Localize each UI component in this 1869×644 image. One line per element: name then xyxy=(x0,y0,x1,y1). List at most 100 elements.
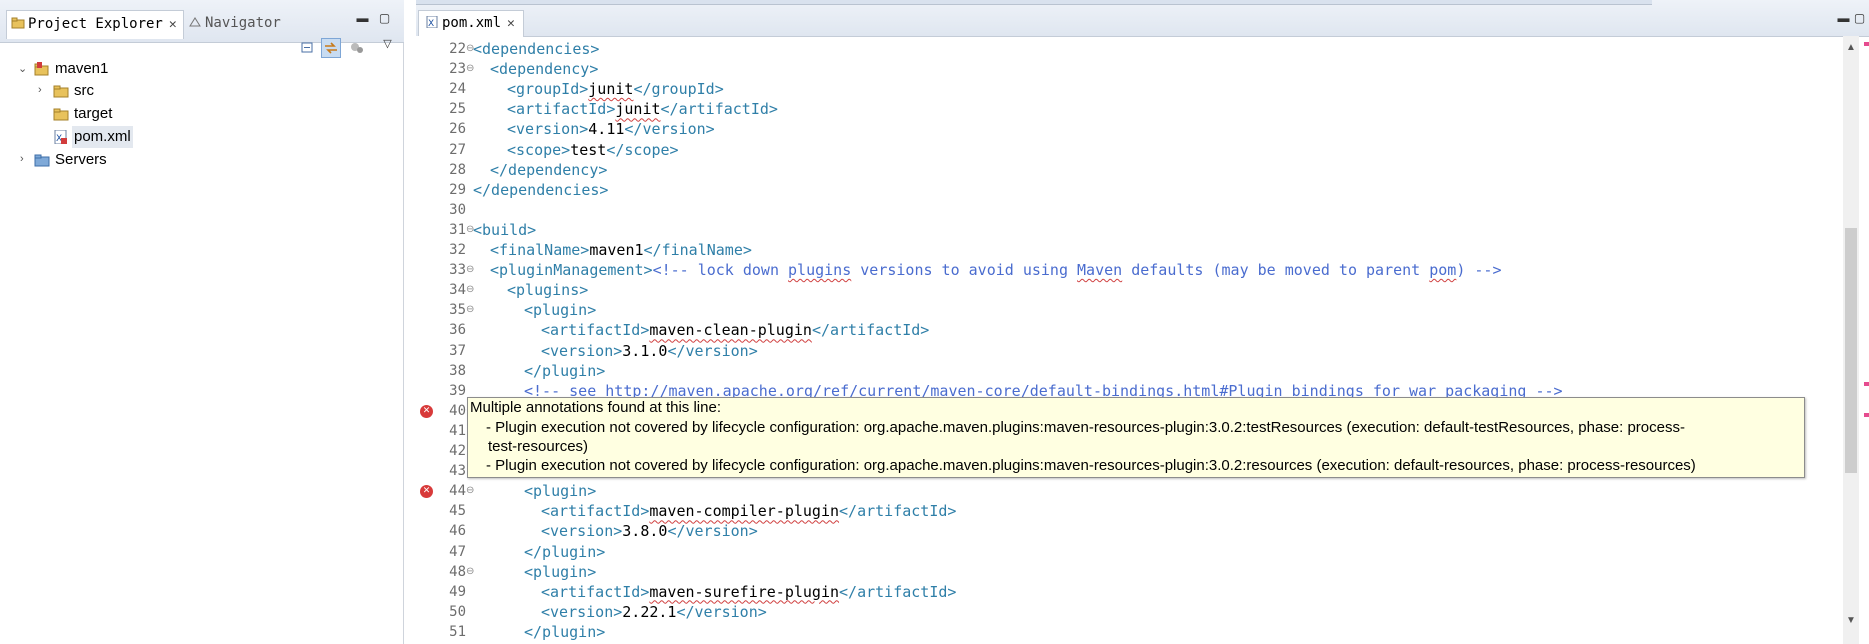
xml-tag: <version> xyxy=(541,341,623,360)
tree-item-target[interactable]: target xyxy=(0,103,200,125)
code-line: <version>3.1.0</version> xyxy=(541,341,758,361)
scroll-down-icon[interactable]: ▼ xyxy=(1846,615,1856,626)
code-line: <artifactId>junit</artifactId> xyxy=(507,99,778,119)
close-icon[interactable]: ✕ xyxy=(507,12,515,36)
xml-tag: <plugins> xyxy=(507,281,589,300)
tree-item-label: src xyxy=(74,82,94,99)
code-line: <build> xyxy=(473,220,536,240)
overview-error-marker[interactable] xyxy=(1864,413,1869,417)
svg-text:X: X xyxy=(428,19,434,28)
fold-toggle-icon[interactable]: ⊖ xyxy=(466,300,474,320)
view-menu-icon[interactable]: ▽ xyxy=(381,38,394,51)
xml-comment: versions to avoid using xyxy=(851,261,1078,280)
maximize-icon[interactable]: ▢ xyxy=(1853,12,1866,25)
xml-text: maven-compiler-plugin xyxy=(649,502,840,521)
xml-tag: <pluginManagement> xyxy=(490,261,653,280)
collapse-all-button[interactable] xyxy=(298,38,318,58)
xml-text: 3.8.0 xyxy=(622,522,668,541)
line-number: 43 xyxy=(449,463,466,480)
tree-item-maven1[interactable]: ⌄ maven1 xyxy=(0,58,200,80)
xml-tag: </version> xyxy=(667,522,758,541)
minimize-icon[interactable]: ▬ xyxy=(356,12,369,25)
tooltip-item: - Plugin execution not covered by lifecy… xyxy=(486,419,1685,436)
tab-project-explorer[interactable]: Project Explorer ✕ xyxy=(6,10,184,39)
xml-tag: <version> xyxy=(507,120,589,139)
xml-tag: </dependencies> xyxy=(473,180,609,199)
line-number: 25 xyxy=(449,101,466,118)
maximize-icon[interactable]: ▢ xyxy=(378,12,391,25)
tree-item-pom-xml[interactable]: X pom.xml xyxy=(0,126,200,148)
xml-text: 4.11 xyxy=(588,120,625,139)
tab-navigator[interactable]: Navigator xyxy=(188,11,281,35)
editor-tab-bar: Xpom.xml ✕ ▬ ▢ xyxy=(416,0,1869,37)
xml-tag: </artifactId> xyxy=(660,100,778,119)
xml-tag: </dependency> xyxy=(490,160,608,179)
code-line: <groupId>junit</groupId> xyxy=(507,79,724,99)
code-editor[interactable]: 22 ⊖ 23 ⊖ 24 25 26 27 28 29 30 31 ⊖ 32 33 ⊖ 34 ⊖ 35 ⊖ 36 37 38… xyxy=(416,36,1846,644)
line-number: 23 xyxy=(449,61,466,78)
line-number: 37 xyxy=(449,342,466,359)
tree-item-servers[interactable]: › Servers xyxy=(0,149,200,171)
code-line: </dependency> xyxy=(490,160,607,180)
line-number: 33 xyxy=(449,262,466,279)
chevron-right-icon[interactable]: › xyxy=(20,154,30,165)
xml-text: test xyxy=(570,140,607,159)
code-line: <artifactId>maven-clean-plugin</artifact… xyxy=(541,320,929,340)
code-line: <artifactId>maven-surefire-plugin</artif… xyxy=(541,582,956,602)
overview-error-marker[interactable] xyxy=(1864,382,1869,386)
close-icon[interactable]: ✕ xyxy=(169,12,177,38)
code-line: <plugin> xyxy=(524,481,596,501)
scroll-up-icon[interactable]: ▲ xyxy=(1846,42,1856,53)
navigator-icon xyxy=(189,17,201,27)
fold-toggle-icon[interactable]: ⊖ xyxy=(466,481,474,501)
line-number: 51 xyxy=(449,623,466,640)
folder-icon xyxy=(53,108,69,121)
chevron-down-icon[interactable]: ⌄ xyxy=(18,64,28,75)
fold-toggle-icon[interactable]: ⊖ xyxy=(466,260,474,280)
xml-text: maven-surefire-plugin xyxy=(649,582,840,601)
tab-pom-xml[interactable]: Xpom.xml ✕ xyxy=(418,10,524,37)
xml-text: 2.22.1 xyxy=(622,602,677,621)
fold-toggle-icon[interactable]: ⊖ xyxy=(466,59,474,79)
filters-button[interactable] xyxy=(347,38,367,58)
line-number: 36 xyxy=(449,322,466,339)
xml-tag: <version> xyxy=(541,522,623,541)
xml-comment: defaults (may be moved to parent xyxy=(1122,261,1430,280)
code-line: </plugin> xyxy=(524,622,605,642)
line-number: 38 xyxy=(449,362,466,379)
link-with-editor-button[interactable] xyxy=(321,38,341,58)
xml-tag: </artifactId> xyxy=(839,502,957,521)
minimize-icon[interactable]: ▬ xyxy=(1837,12,1850,25)
xml-comment: <!-- lock down xyxy=(652,261,789,280)
code-line: </plugin> xyxy=(524,361,605,381)
code-line: <version>2.22.1</version> xyxy=(541,602,767,622)
tab-strip-divider xyxy=(416,0,1652,5)
scroll-thumb[interactable] xyxy=(1845,228,1857,473)
line-number: 30 xyxy=(449,201,466,218)
xml-comment: Maven xyxy=(1077,261,1123,280)
vertical-scrollbar[interactable]: ▲ ▼ xyxy=(1843,36,1859,644)
error-marker-icon[interactable]: ✕ xyxy=(420,404,433,418)
line-number: 48 xyxy=(449,563,466,580)
tooltip-item: test-resources) xyxy=(488,438,589,455)
line-number: 22 xyxy=(449,41,466,57)
xml-text: 3.1.0 xyxy=(622,341,668,360)
xml-tag: </artifactId> xyxy=(839,582,957,601)
tree-item-src[interactable]: › src xyxy=(0,80,200,102)
overview-error-marker[interactable] xyxy=(1864,42,1869,46)
chevron-right-icon[interactable]: › xyxy=(38,85,48,96)
tab-label: pom.xml xyxy=(442,15,502,31)
code-line: <plugin> xyxy=(524,562,596,582)
fold-toggle-icon[interactable]: ⊖ xyxy=(466,562,474,582)
xml-text: maven1 xyxy=(589,241,644,259)
line-number: 34 xyxy=(449,282,466,299)
line-number: 44 xyxy=(449,483,466,500)
line-number: 24 xyxy=(449,81,466,98)
code-line: <dependencies> xyxy=(473,39,599,59)
fold-toggle-icon[interactable]: ⊖ xyxy=(466,280,474,300)
line-number: 26 xyxy=(449,121,466,138)
xml-text: junit xyxy=(615,100,661,119)
xml-tag: <artifactId> xyxy=(541,321,650,340)
xml-file-icon: X xyxy=(54,130,67,144)
collapse-all-icon xyxy=(301,42,313,53)
